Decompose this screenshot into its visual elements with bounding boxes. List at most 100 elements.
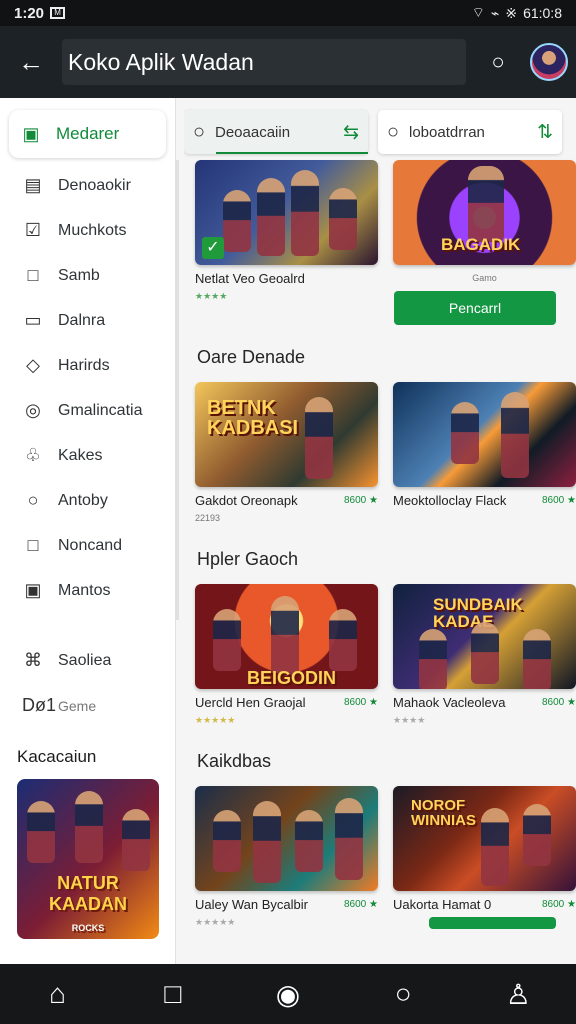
drawer-item-label: Muchkots [58, 221, 127, 239]
compass-icon[interactable]: ◉ [263, 978, 313, 1011]
game-thumbnail[interactable]: BETNK KADBASI [195, 382, 378, 487]
game-title-row: Uercld Hen Graojal 8600 ★ [195, 689, 378, 715]
game-title: Gamo [472, 273, 497, 283]
game-title: Ualey Wan Bycalbir [195, 896, 308, 912]
featured-grid: ✓ Netlat Veo Geoalrd ★★★★ BAGADIK Gamo P… [195, 160, 576, 325]
drawer-item-3[interactable]: □ Samb [0, 253, 175, 298]
drawer-item-label: Geme [58, 697, 97, 714]
drawer-item-2[interactable]: ☑ Muchkots [0, 208, 175, 253]
game-card[interactable]: BEIGODIN Uercld Hen Graojal 8600 ★ ★★★★★ [195, 584, 378, 729]
game-grid: Ualey Wan Bycalbir 8600 ★ ★★★★★ NOROF WIN… [195, 786, 576, 931]
wifi-icon: ⌔ [471, 4, 485, 20]
library-icon[interactable]: □ [148, 978, 198, 1010]
warrior-figure [523, 804, 551, 866]
game-title-row: Ualey Wan Bycalbir 8600 ★ [195, 891, 378, 917]
avatar[interactable] [530, 43, 568, 81]
game-thumbnail[interactable] [393, 382, 576, 487]
drawer-item-6[interactable]: ◎ Gmalincatia [0, 388, 175, 433]
game-title-row: Gakdot Oreonapk 8600 ★ [195, 487, 378, 513]
warrior-figure [271, 596, 299, 676]
drawer-item-8[interactable]: ○ Antoby [0, 478, 175, 523]
warrior-figure [501, 392, 529, 478]
tablet-icon: ▭ [24, 310, 42, 330]
drawer-item-10[interactable]: ▣ Mantos [0, 568, 175, 613]
box-icon: ▣ [24, 580, 42, 600]
search-icon: ○ [387, 120, 400, 143]
warrior-figure [329, 609, 357, 671]
search-icon[interactable]: ○ [378, 978, 428, 1010]
partial-action-button[interactable] [429, 917, 556, 929]
search-button[interactable]: ○ [466, 49, 530, 75]
drawer-item-label: Saoliea [58, 651, 112, 669]
status-clock-right: 61:0:8 [523, 5, 562, 21]
promo-title: NATUR KAADAN [49, 873, 127, 914]
drawer-secondary-item-1[interactable]: ⌘ Saoliea [0, 638, 175, 683]
rating: 8600 ★ [344, 898, 378, 910]
search-icon: ○ [27, 490, 39, 510]
warrior-figure [523, 629, 551, 689]
profile-icon[interactable]: ♙ [493, 978, 543, 1011]
game-card[interactable]: BETNK KADBASI Gakdot Oreonapk 8600 ★ 2219… [195, 382, 378, 527]
warrior-figure [451, 402, 479, 464]
warrior-figure [213, 810, 241, 872]
game-thumbnail[interactable]: BAGADIK [393, 160, 576, 265]
rating-stars: ★★★★★ [195, 917, 236, 927]
game-card[interactable]: NOROF WINNIAS Uakorta Hamat 0 8600 ★ [393, 786, 576, 931]
target-icon: ◎ [25, 400, 41, 420]
dashboard-icon: ▣ [22, 123, 40, 144]
game-title: Gakdot Oreonapk [195, 492, 298, 508]
drawer-item-label: Samb [58, 266, 100, 284]
drawer-item-active[interactable]: ▣ Medarer [9, 110, 166, 158]
status-bar: 1:20 M ⌔ ⌁ ※ 61:0:8 [0, 0, 576, 26]
featured-game-card-2[interactable]: BAGADIK Gamo Pencarrl [393, 160, 576, 325]
game-title: Meoktolloclay Flack [393, 492, 507, 508]
drawer-item-7[interactable]: ♧ Kakes [0, 433, 175, 478]
drawer-secondary-item-2[interactable]: Dø1 Geme [0, 683, 175, 728]
search-field-secondary[interactable]: ○ loboatdrran ⇅ [378, 110, 562, 154]
search-placeholder: Deoaacaiin [215, 123, 291, 141]
rating: 8600 ★ [542, 494, 576, 506]
search-icon: ○ [193, 120, 206, 143]
game-grid: BEIGODIN Uercld Hen Graojal 8600 ★ ★★★★★ … [195, 584, 576, 729]
game-meta [393, 513, 576, 527]
home-icon[interactable]: ⌂ [33, 978, 83, 1010]
warrior-figure [291, 170, 319, 256]
drawer-scrollbar[interactable] [175, 160, 179, 620]
back-button[interactable]: ← [0, 47, 62, 78]
page-title: Koko Aplik Wadan [62, 39, 466, 85]
warrior-figure [335, 798, 363, 880]
game-title: Uakorta Hamat 0 [393, 896, 492, 912]
warrior-figure [329, 188, 357, 250]
game-grid: BETNK KADBASI Gakdot Oreonapk 8600 ★ 2219… [195, 382, 576, 527]
status-time: 1:20 [14, 4, 45, 22]
featured-game-card-1[interactable]: ✓ Netlat Veo Geoalrd ★★★★ [195, 160, 378, 325]
sort-icon[interactable]: ⇅ [537, 121, 553, 144]
game-card[interactable]: SUNDBAIK KADAE Mahaok Vacleoleva 8600 ★ ★… [393, 584, 576, 729]
install-button[interactable]: Pencarrl [394, 291, 556, 325]
main-content: ○ Deoaacaiin ⇆ ○ loboatdrran ⇅ ✓ Netlat … [184, 98, 576, 964]
game-thumbnail[interactable]: BEIGODIN [195, 584, 378, 689]
rating: 8600 ★ [542, 898, 576, 910]
game-card[interactable]: Ualey Wan Bycalbir 8600 ★ ★★★★★ [195, 786, 378, 931]
section-title: Oare Denade [197, 347, 306, 367]
data-icon: ※ [505, 4, 518, 21]
drawer-item-1[interactable]: ▤ Denoaokir [0, 163, 175, 208]
drawer-promo-card[interactable]: NATUR KAADAN ROCKS [17, 779, 159, 939]
drawer-item-label: Mantos [58, 581, 111, 599]
rating: 8600 ★ [542, 696, 576, 708]
drawer-item-4[interactable]: ▭ Dalnra [0, 298, 175, 343]
bottom-navigation: ⌂ □ ◉ ○ ♙ [0, 964, 576, 1024]
game-thumbnail[interactable]: ✓ [195, 160, 378, 265]
warrior-figure [122, 809, 150, 871]
search-field-primary[interactable]: ○ Deoaacaiin ⇆ [184, 110, 368, 154]
game-thumbnail[interactable]: SUNDBAIK KADAE [393, 584, 576, 689]
drawer-item-9[interactable]: □ Noncand [0, 523, 175, 568]
navigation-drawer: ▣ Medarer ▤ Denoaokir ☑ Muchkots □ Samb ▭ Da… [0, 98, 176, 964]
game-thumbnail[interactable]: NOROF WINNIAS [393, 786, 576, 891]
game-thumbnail[interactable] [195, 786, 378, 891]
filter-icon[interactable]: ⇆ [343, 121, 359, 144]
drawer-item-label: Noncand [58, 536, 123, 554]
game-card[interactable]: Meoktolloclay Flack 8600 ★ [393, 382, 576, 527]
game-title: Uercld Hen Graojal [195, 694, 306, 710]
drawer-item-5[interactable]: ◇ Harirds [0, 343, 175, 388]
